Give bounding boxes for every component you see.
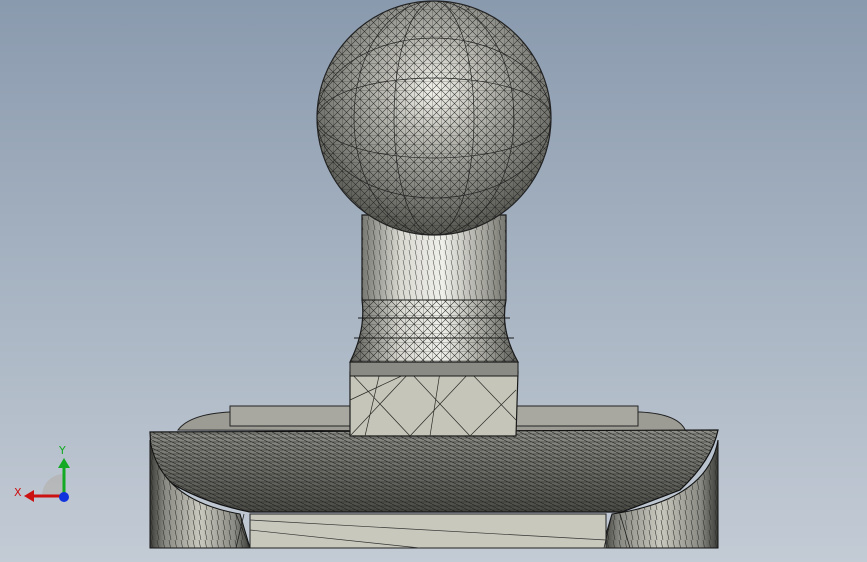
x-axis-arrowhead (24, 490, 34, 502)
ball-knob (316, 0, 552, 236)
hex-collar (349, 361, 519, 437)
axis-triad: X Y (14, 444, 70, 502)
x-axis-label: X (14, 486, 22, 499)
3d-viewport[interactable] (0, 0, 867, 562)
y-axis-arrowhead (58, 458, 70, 468)
z-axis-dot (59, 492, 69, 502)
base-front-face (249, 513, 607, 549)
y-axis-label: Y (58, 444, 66, 457)
axis-triad-quadrant (42, 474, 64, 496)
stem-neck (349, 214, 520, 363)
